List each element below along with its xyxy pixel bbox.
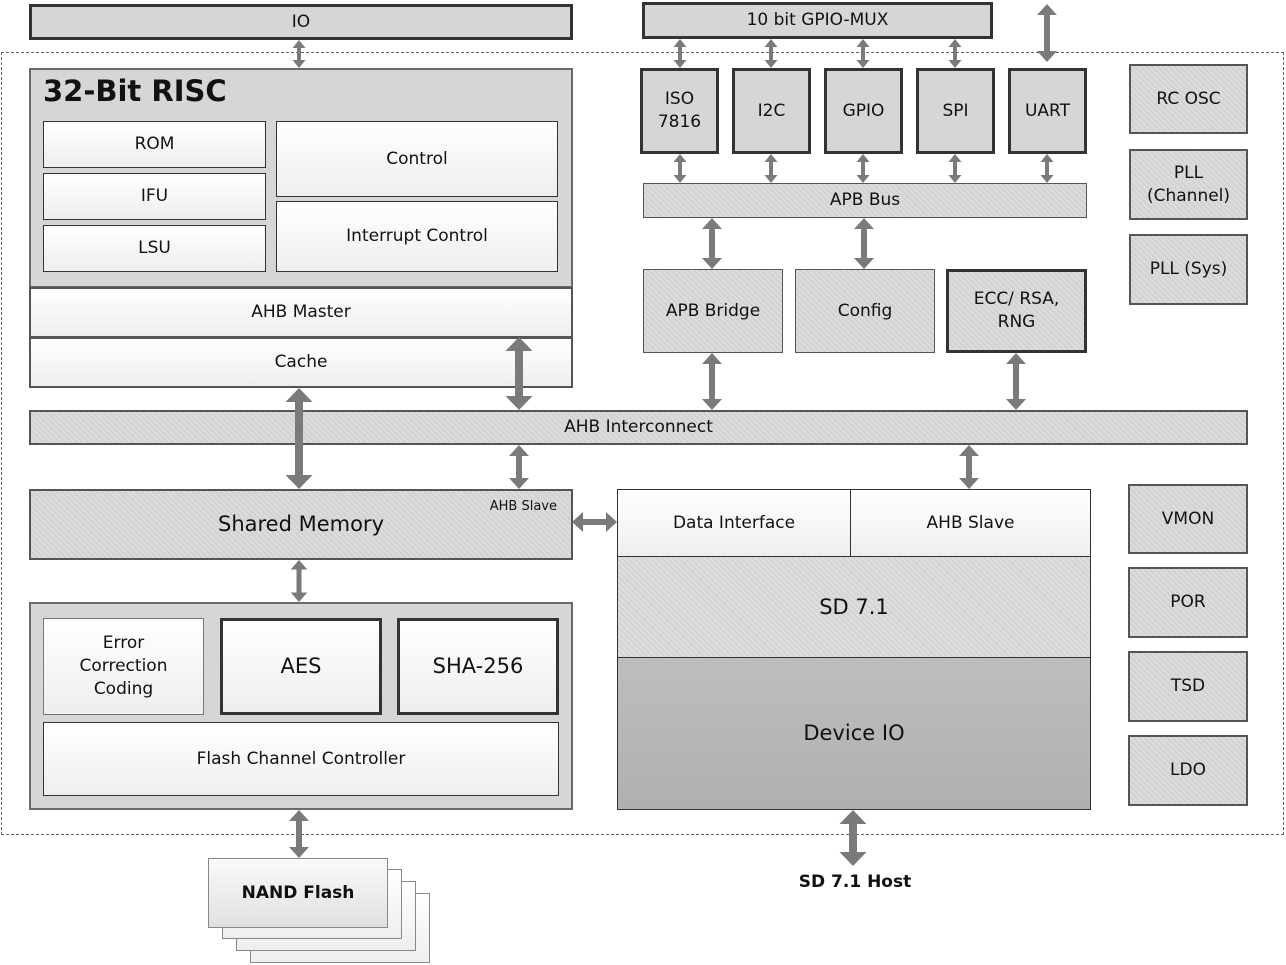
- double-arrow: [1040, 154, 1054, 183]
- double-arrow: [292, 40, 306, 68]
- double-arrow: [959, 445, 979, 489]
- double-arrow: [764, 39, 778, 68]
- double-arrow: [505, 337, 533, 410]
- double-arrow: [290, 560, 308, 602]
- double-arrow: [854, 218, 874, 269]
- double-arrow: [948, 154, 962, 183]
- double-arrow: [285, 388, 313, 489]
- double-arrow: [289, 810, 309, 858]
- double-arrow: [839, 810, 867, 866]
- double-arrow: [1037, 4, 1057, 62]
- double-arrow: [856, 154, 870, 183]
- double-arrow: [673, 154, 687, 183]
- double-arrow: [572, 512, 617, 532]
- double-arrow: [1006, 353, 1026, 410]
- double-arrow: [764, 154, 778, 183]
- double-arrow: [509, 445, 529, 489]
- double-arrow: [948, 39, 962, 68]
- double-arrow: [702, 353, 722, 410]
- double-arrow: [702, 218, 722, 269]
- connection-arrows: [285, 4, 1057, 866]
- double-arrow: [856, 39, 870, 68]
- double-arrow: [673, 39, 687, 68]
